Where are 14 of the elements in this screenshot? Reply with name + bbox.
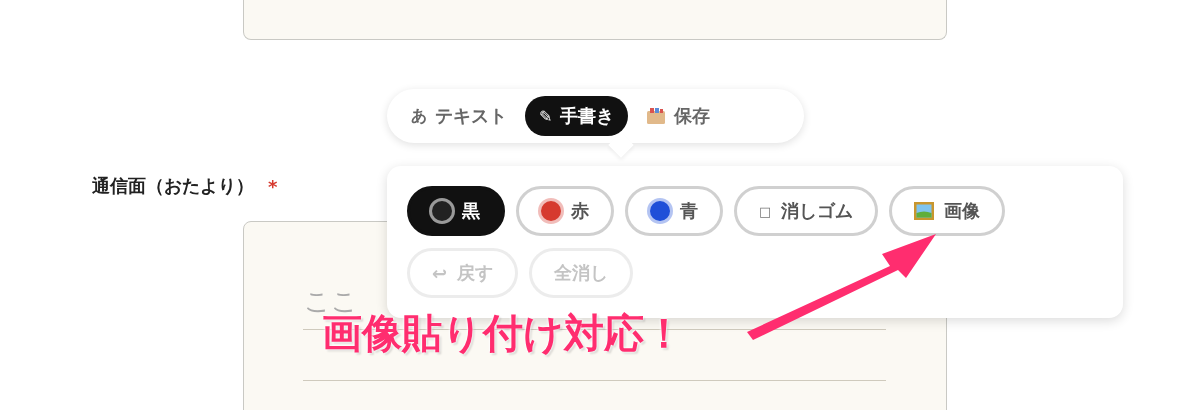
tool-button[interactable]: 画像 (889, 186, 1006, 236)
tool-button[interactable]: 青 (625, 186, 723, 236)
mode-tab[interactable]: 保存 (632, 96, 725, 136)
tool-button[interactable]: □ 消しゴム (734, 186, 879, 236)
mode-tab[interactable]: あ テキスト (397, 96, 521, 136)
tool-button[interactable]: 黒 (407, 186, 505, 236)
tool-button[interactable]: 赤 (516, 186, 614, 236)
text-area[interactable] (243, 0, 947, 40)
framed-picture-icon (914, 202, 935, 220)
placeholder: ここ (304, 285, 358, 316)
required-mark: * (268, 175, 278, 197)
box-icon (646, 107, 667, 125)
mode-tab[interactable]: ✎ 手書き (525, 96, 629, 136)
field-label: 通信面（おたより） (92, 174, 254, 198)
